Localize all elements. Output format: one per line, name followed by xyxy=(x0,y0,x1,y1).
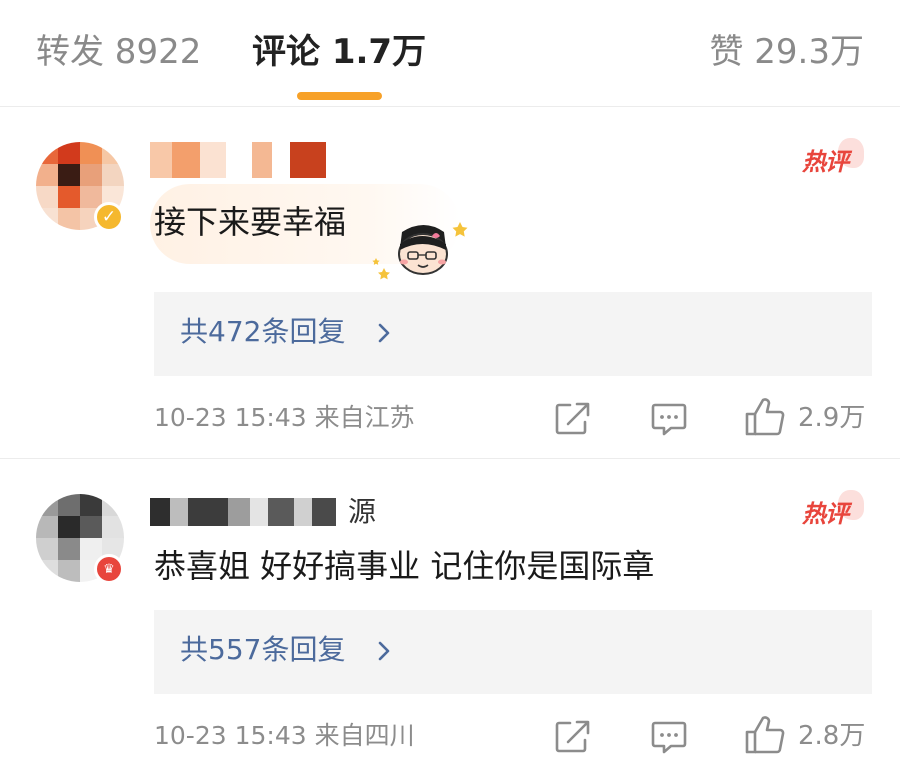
comment-text: 恭喜姐 好好搞事业 记住你是国际章 xyxy=(154,547,655,585)
hot-comment-badge: 热评 xyxy=(802,138,864,178)
hot-comment-badge: 热评 xyxy=(802,490,864,530)
cartoon-sticker-icon xyxy=(372,222,468,280)
chevron-right-icon xyxy=(378,641,390,661)
share-icon[interactable] xyxy=(554,400,592,436)
active-tab-indicator xyxy=(297,92,382,100)
tab-likes[interactable]: 赞 29.3万 xyxy=(709,30,864,74)
comment-icon[interactable] xyxy=(650,718,688,756)
comment-icon[interactable] xyxy=(650,400,688,438)
like-icon[interactable] xyxy=(744,714,786,756)
comment-item: ♛ 源 热评 恭喜姐 好好搞事业 记住你是国际章 共557条回复 10-23 1… xyxy=(0,458,900,778)
like-count: 2.9万 xyxy=(798,403,866,433)
comment-text: 接下来要幸福 xyxy=(154,203,347,241)
comment-meta: 10-23 15:43 来自四川 xyxy=(154,721,415,750)
verified-badge-icon: ✓ xyxy=(94,202,124,232)
like-icon[interactable] xyxy=(744,396,786,438)
tab-comments[interactable]: 评论 1.7万 xyxy=(252,30,426,74)
share-icon[interactable] xyxy=(554,718,592,754)
member-badge-icon: ♛ xyxy=(94,554,124,584)
replies-box[interactable]: 共472条回复 xyxy=(154,292,872,376)
replies-count-link[interactable]: 共472条回复 xyxy=(180,312,345,352)
username[interactable]: 源 xyxy=(150,498,376,526)
replies-box[interactable]: 共557条回复 xyxy=(154,610,872,694)
replies-count-link[interactable]: 共557条回复 xyxy=(180,630,345,670)
comment-item: ✓ 热评 接下来要幸福 共472条回复 10-23 15:43 来自江苏 2.9… xyxy=(0,106,900,456)
tab-bar: 转发 8922 评论 1.7万 赞 29.3万 xyxy=(0,0,900,106)
comment-meta: 10-23 15:43 来自江苏 xyxy=(154,403,415,432)
username[interactable] xyxy=(150,142,326,178)
chevron-right-icon xyxy=(378,323,390,343)
tab-forward[interactable]: 转发 8922 xyxy=(36,30,201,74)
like-count: 2.8万 xyxy=(798,721,866,751)
